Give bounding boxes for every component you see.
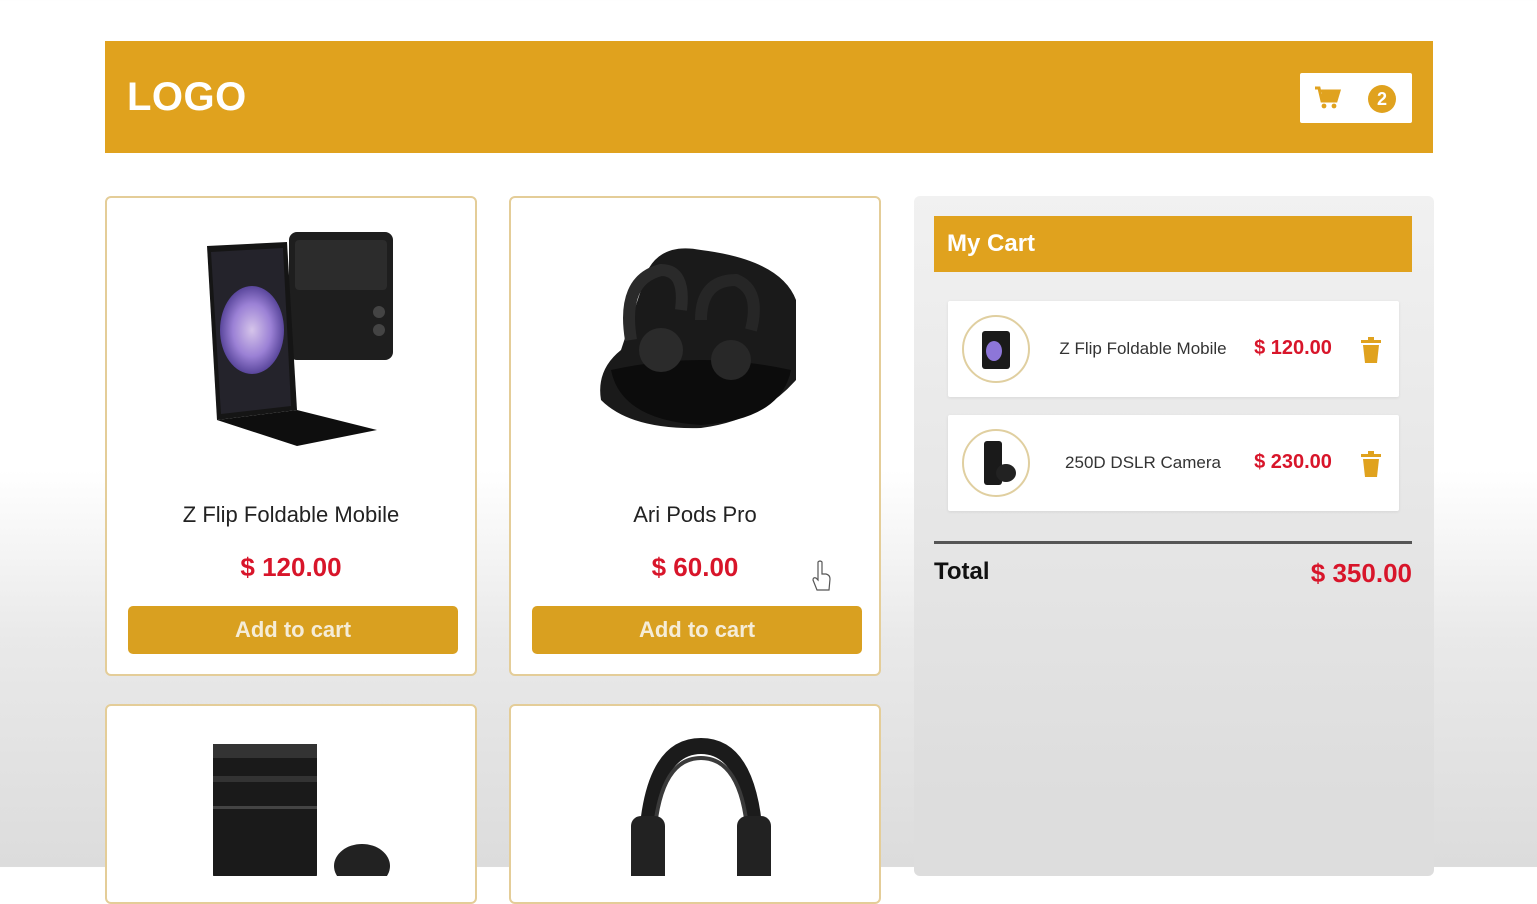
product-card: Z Flip Foldable Mobile $ 120.00 Add to c… <box>105 196 477 676</box>
add-to-cart-button[interactable]: Add to cart <box>128 606 458 654</box>
cart-item-price: $ 120.00 <box>1254 337 1332 359</box>
product-name: Z Flip Foldable Mobile <box>182 502 400 527</box>
cart-title: My Cart <box>947 230 1036 257</box>
cart-item-price: $ 230.00 <box>1254 451 1332 473</box>
shopping-cart-icon <box>1315 86 1342 109</box>
product-card: Ari Pods Pro $ 60.00 Add to cart <box>509 196 881 676</box>
cart-divider <box>934 541 1412 544</box>
logo[interactable]: LOGO <box>127 75 247 120</box>
product-card <box>509 704 881 904</box>
total-value: $ 350.00 <box>1310 558 1412 588</box>
cart-button[interactable]: 2 <box>1300 73 1412 123</box>
product-price: $ 120.00 <box>240 552 342 582</box>
trash-icon[interactable] <box>1360 337 1382 363</box>
product-name: Ari Pods Pro <box>633 502 757 527</box>
cart-item-name: Z Flip Foldable Mobile <box>1059 339 1227 358</box>
trash-icon[interactable] <box>1360 451 1382 477</box>
product-image-headphones <box>511 736 883 886</box>
product-image-phone <box>107 220 475 460</box>
cart-title-bar: My Cart <box>934 216 1412 272</box>
cart-item-thumbnail <box>962 429 1030 497</box>
product-card <box>105 704 477 904</box>
cart-item-name: 250D DSLR Camera <box>1065 453 1221 472</box>
hand-cursor-icon <box>812 560 831 591</box>
cart-panel: My Cart Z Flip Foldable Mobile $ 120.00 … <box>914 196 1434 876</box>
cart-count-badge: 2 <box>1368 85 1396 113</box>
product-image-earbuds <box>511 220 879 460</box>
site-header: LOGO 2 <box>105 41 1433 153</box>
cart-item: 250D DSLR Camera $ 230.00 <box>948 415 1399 511</box>
total-label: Total <box>934 558 990 585</box>
add-to-cart-button[interactable]: Add to cart <box>532 606 862 654</box>
product-image-lens <box>107 736 479 888</box>
cart-item: Z Flip Foldable Mobile $ 120.00 <box>948 301 1399 397</box>
cart-item-thumbnail <box>962 315 1030 383</box>
